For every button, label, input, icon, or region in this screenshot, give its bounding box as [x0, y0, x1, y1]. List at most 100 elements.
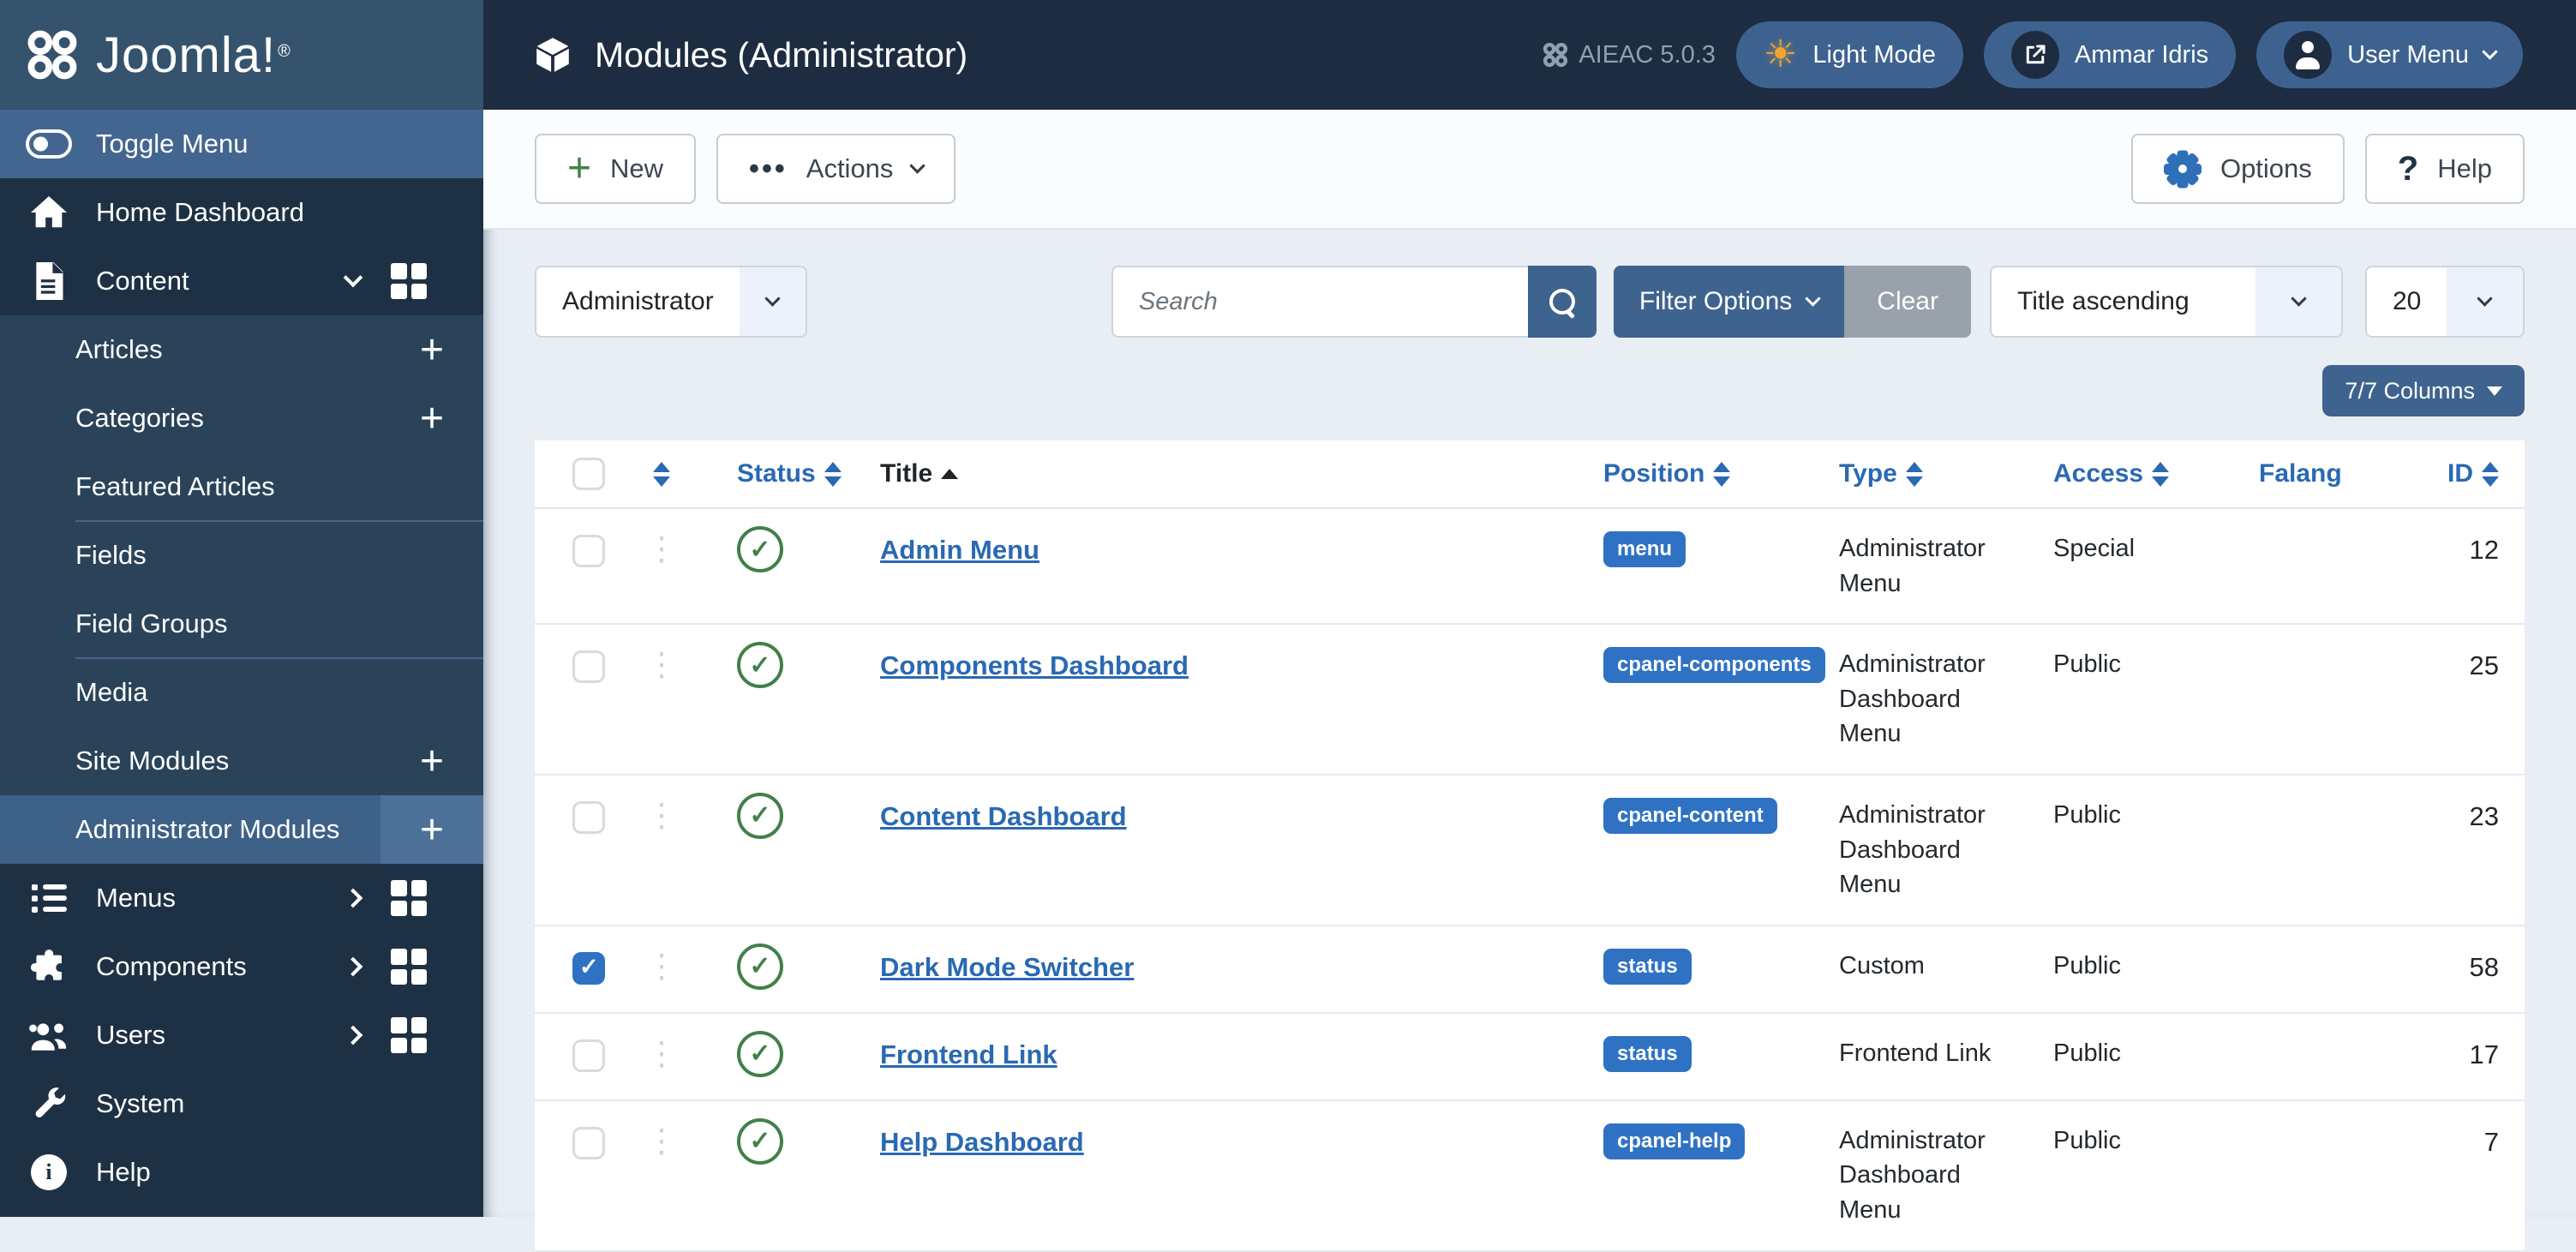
user-frontend-link-button[interactable]: Ammar Idris — [1983, 21, 2237, 88]
position-badge: status — [1603, 948, 1692, 985]
drag-handle-icon[interactable]: ⋮ — [627, 533, 696, 566]
content-dashboard-grid-icon[interactable] — [391, 263, 427, 299]
access-level: Public — [2053, 1039, 2121, 1067]
columns-toggle-button[interactable]: 7/7 Columns — [2322, 365, 2525, 416]
row-checkbox[interactable] — [572, 535, 605, 567]
sidebar-subitem[interactable]: Fields + — [0, 521, 483, 590]
search-button[interactable] — [1527, 266, 1597, 338]
plus-icon[interactable]: + — [380, 315, 483, 384]
module-title-link[interactable]: Frontend Link — [880, 1039, 1057, 1069]
published-status-icon[interactable]: ✓ — [737, 642, 783, 689]
sidebar-subitem[interactable]: Featured Articles + — [0, 452, 483, 522]
search-icon — [1549, 289, 1575, 314]
sidebar-subitem[interactable]: Articles + — [0, 315, 483, 384]
info-icon: i — [31, 1154, 67, 1190]
ordering-sort-header[interactable] — [627, 461, 696, 487]
sidebar-subitem[interactable]: Categories + — [0, 384, 483, 452]
drag-handle-icon[interactable]: ⋮ — [627, 800, 696, 832]
sidebar-subitem[interactable]: Administrator Modules + — [0, 795, 483, 864]
position-sort-header[interactable]: Position — [1543, 459, 1792, 488]
sidebar-item-users[interactable]: Users — [0, 1001, 483, 1069]
toggle-menu-button[interactable]: Toggle Menu — [0, 110, 483, 178]
sidebar-item-content[interactable]: Content — [0, 247, 483, 315]
search-group — [1111, 266, 1597, 338]
row-checkbox[interactable] — [572, 951, 605, 985]
module-title-link[interactable]: Admin Menu — [880, 535, 1039, 565]
sidebar-subitem[interactable]: Media + — [0, 658, 483, 727]
drag-handle-icon[interactable]: ⋮ — [627, 649, 696, 681]
sidebar-item-menus[interactable]: Menus — [0, 864, 483, 932]
id-sort-header[interactable]: ID — [2405, 459, 2499, 488]
options-button[interactable]: Options — [2130, 134, 2345, 204]
table-row: ⋮ ✓ Content Dashboard cpanel-content Adm… — [535, 776, 2525, 926]
module-title-link[interactable]: Components Dashboard — [880, 650, 1189, 680]
sidebar-item-home-dashboard[interactable]: Home Dashboard — [0, 178, 483, 247]
sidebar-subitem-label: Administrator Modules — [75, 814, 340, 844]
module-type: Administrator Dashboard Menu — [1839, 800, 1986, 899]
drag-handle-icon[interactable]: ⋮ — [627, 1125, 696, 1158]
row-checkbox[interactable] — [572, 1039, 605, 1072]
sort-icon — [653, 461, 670, 487]
cube-icon — [536, 38, 569, 72]
table-row: ⋮ ✓ Frontend Link status Frontend Link P… — [535, 1014, 2525, 1101]
plus-icon[interactable]: + — [380, 727, 483, 795]
type-sort-header[interactable]: Type — [1792, 459, 2006, 488]
sidebar-subitem[interactable]: Site Modules + — [0, 727, 483, 795]
filter-bar: Administrator Filter Options Clear Title… — [535, 266, 2525, 338]
actions-button[interactable]: ••• Actions — [716, 134, 956, 204]
module-type: Administrator Menu — [1839, 535, 1986, 597]
module-title-link[interactable]: Dark Mode Switcher — [880, 952, 1134, 982]
user-menu-button[interactable]: User Menu — [2256, 21, 2523, 88]
module-id: 58 — [2469, 951, 2499, 982]
access-sort-header[interactable]: Access — [2006, 459, 2212, 488]
row-checkbox[interactable] — [572, 800, 605, 834]
position-badge: status — [1603, 1035, 1692, 1072]
published-status-icon[interactable]: ✓ — [737, 792, 783, 839]
chevron-right-icon — [343, 888, 363, 908]
brand-block: Joomla! ® — [0, 0, 483, 110]
module-title-link[interactable]: Content Dashboard — [880, 801, 1127, 831]
light-mode-button[interactable]: ☀ Light Mode — [1735, 21, 1963, 88]
clear-button[interactable]: Clear — [1844, 266, 1971, 338]
chevron-down-icon — [1805, 290, 1821, 307]
module-title-link[interactable]: Help Dashboard — [880, 1127, 1084, 1157]
plus-icon[interactable]: + — [380, 795, 483, 864]
help-button[interactable]: ? Help — [2364, 134, 2525, 204]
select-all-checkbox[interactable] — [572, 458, 605, 490]
search-input[interactable] — [1111, 266, 1528, 338]
access-level: Public — [2053, 1126, 2121, 1154]
sort-select[interactable]: Title ascending — [1990, 266, 2343, 338]
limit-select[interactable]: 20 — [2365, 266, 2525, 338]
chevron-down-icon — [2290, 290, 2307, 307]
users-icon — [26, 1016, 72, 1054]
published-status-icon[interactable]: ✓ — [737, 526, 783, 572]
sort-icon — [2152, 461, 2170, 487]
topbar: Joomla! ® Modules (Administrator) AIEAC 5… — [0, 0, 2576, 110]
client-select[interactable]: Administrator — [535, 266, 807, 338]
published-status-icon[interactable]: ✓ — [737, 1030, 783, 1077]
title-sort-header[interactable]: Title — [824, 459, 1543, 488]
users-dashboard-grid-icon[interactable] — [391, 1017, 427, 1053]
table-header-row: Status Title Position Type Access Falang… — [535, 440, 2525, 509]
drag-handle-icon[interactable]: ⋮ — [627, 1038, 696, 1070]
row-checkbox[interactable] — [572, 650, 605, 684]
new-button[interactable]: + New — [535, 134, 697, 204]
sidebar-item-help[interactable]: i Help — [0, 1138, 483, 1207]
brand-wordmark: Joomla! ® — [96, 27, 291, 83]
published-status-icon[interactable]: ✓ — [737, 943, 783, 990]
menus-dashboard-grid-icon[interactable] — [391, 880, 427, 916]
sidebar-item-components[interactable]: Components — [0, 932, 483, 1001]
row-checkbox[interactable] — [572, 1126, 605, 1159]
chevron-right-icon — [343, 1025, 363, 1045]
published-status-icon[interactable]: ✓ — [737, 1117, 783, 1165]
filter-options-button[interactable]: Filter Options — [1613, 266, 1845, 338]
table-row: ⋮ ✓ Help Dashboard cpanel-help Administr… — [535, 1101, 2525, 1252]
sidebar-subitem[interactable]: Field Groups + — [0, 590, 483, 659]
status-sort-header[interactable]: Status — [696, 459, 842, 488]
components-dashboard-grid-icon[interactable] — [391, 949, 427, 985]
sidebar-subitem-label: Categories — [75, 403, 204, 433]
drag-handle-icon[interactable]: ⋮ — [627, 950, 696, 983]
module-type: Administrator Dashboard Menu — [1839, 650, 1986, 748]
sidebar-item-system[interactable]: System — [0, 1069, 483, 1138]
plus-icon[interactable]: + — [380, 384, 483, 452]
